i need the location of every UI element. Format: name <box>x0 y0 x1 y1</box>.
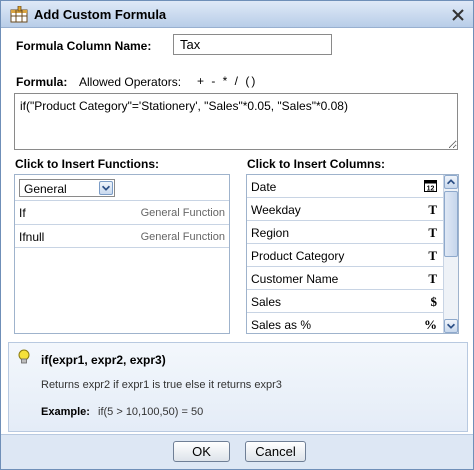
text-type-icon: T <box>428 248 437 263</box>
functions-panel: General If General Function Ifnull Gener… <box>14 174 230 334</box>
function-name: If <box>19 206 26 220</box>
scroll-down-icon[interactable] <box>444 319 458 333</box>
example-label: Example: <box>41 406 90 418</box>
function-item-if[interactable]: If General Function <box>15 200 229 224</box>
column-name: Customer Name <box>251 272 339 286</box>
text-type-icon: T <box>428 271 437 286</box>
insert-functions-label: Click to Insert Functions: <box>15 157 160 171</box>
column-item-customer-name[interactable]: Customer Name T <box>247 267 443 290</box>
allowed-operators-label: Allowed Operators: <box>79 75 182 89</box>
calendar-icon: 12 <box>424 180 437 193</box>
function-category: General Function <box>140 231 225 243</box>
chevron-down-icon[interactable] <box>99 181 113 195</box>
function-category-select[interactable]: General <box>19 179 115 197</box>
column-item-sales-as-percent[interactable]: Sales as % % <box>247 313 443 333</box>
dialog-title: Add Custom Formula <box>34 7 167 22</box>
formula-name-input[interactable] <box>173 34 332 55</box>
function-signature: if(expr1, expr2, expr3) <box>41 353 166 367</box>
ok-button[interactable]: OK <box>173 441 230 462</box>
add-custom-formula-dialog: Add Custom Formula Formula Column Name: … <box>0 0 474 470</box>
insert-columns-label: Click to Insert Columns: <box>247 157 386 171</box>
currency-type-icon: $ <box>430 294 438 309</box>
function-name: Ifnull <box>19 230 45 244</box>
column-name: Product Category <box>251 249 345 263</box>
function-help-panel: if(expr1, expr2, expr3) Returns expr2 if… <box>8 342 468 432</box>
column-name: Sales as % <box>251 318 312 332</box>
columns-panel: Date 12 Weekday T Region T Product Categ… <box>246 174 459 334</box>
cancel-button[interactable]: Cancel <box>245 441 306 462</box>
scroll-thumb[interactable] <box>444 191 458 257</box>
function-item-ifnull[interactable]: Ifnull General Function <box>15 224 229 248</box>
formula-textarea[interactable]: if("Product Category"='Stationery', "Sal… <box>14 93 458 150</box>
svg-text:12: 12 <box>427 186 435 193</box>
column-name: Region <box>251 226 290 240</box>
column-name: Weekday <box>251 203 301 217</box>
allowed-operators-value: + - * / () <box>197 74 258 88</box>
close-icon[interactable] <box>451 8 465 22</box>
column-item-product-category[interactable]: Product Category T <box>247 244 443 267</box>
column-item-date[interactable]: Date 12 <box>247 175 443 198</box>
function-description: Returns expr2 if expr1 is true else it r… <box>41 379 282 391</box>
columns-scrollbar[interactable] <box>443 175 458 333</box>
column-name: Sales <box>251 295 282 309</box>
column-item-weekday[interactable]: Weekday T <box>247 198 443 221</box>
scroll-up-icon[interactable] <box>444 175 458 189</box>
percent-type-icon: % <box>424 317 437 332</box>
column-item-region[interactable]: Region T <box>247 221 443 244</box>
formula-name-label: Formula Column Name: <box>16 39 152 53</box>
function-category: General Function <box>140 207 225 219</box>
text-type-icon: T <box>428 225 437 240</box>
title-bar[interactable]: Add Custom Formula <box>1 1 473 28</box>
table-formula-icon <box>10 6 28 23</box>
dialog-footer: OK Cancel <box>1 434 473 469</box>
text-type-icon: T <box>428 202 437 217</box>
function-category-value: General <box>24 182 67 196</box>
formula-label: Formula: <box>16 75 68 89</box>
lightbulb-icon <box>18 349 30 364</box>
column-item-sales[interactable]: Sales $ <box>247 290 443 313</box>
example-text: if(5 > 10,100,50) = 50 <box>98 406 204 418</box>
column-name: Date <box>251 180 277 194</box>
